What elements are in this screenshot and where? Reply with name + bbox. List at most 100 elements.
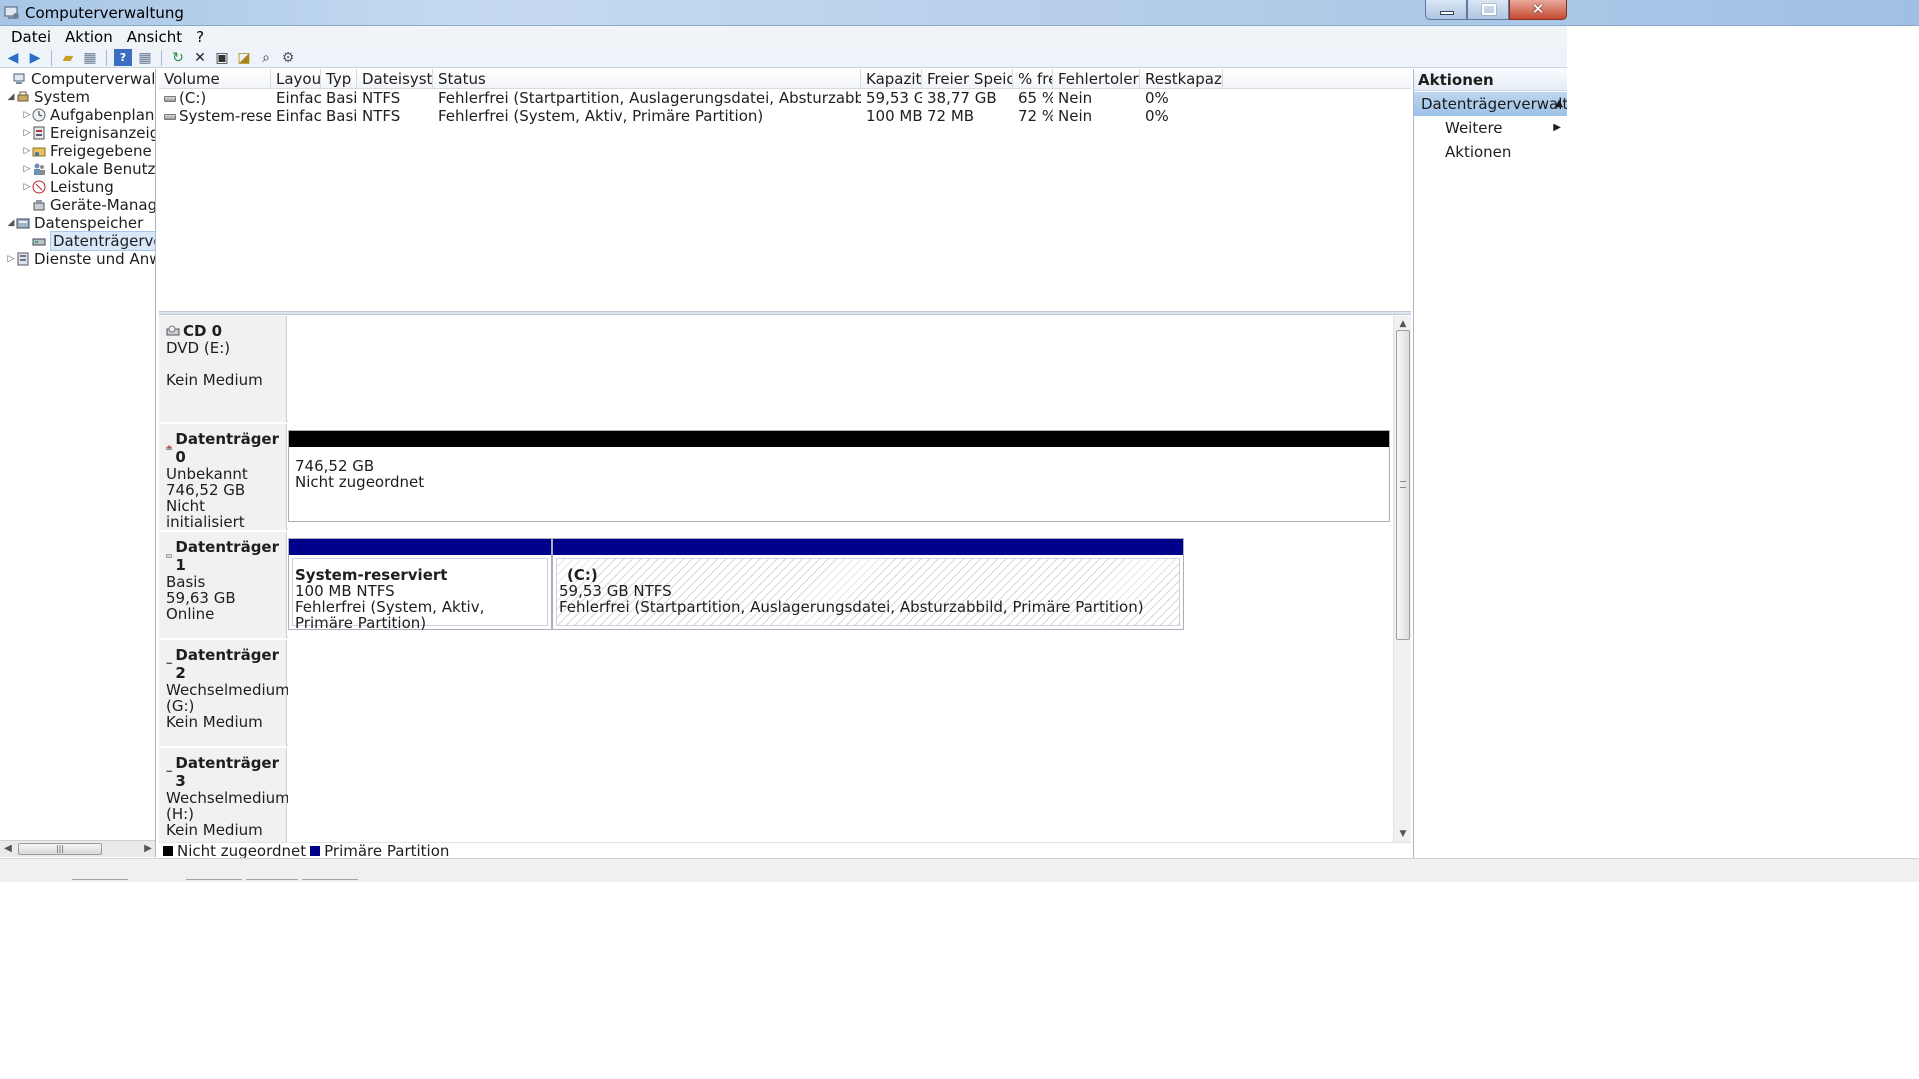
tree-item-freigegebene-ordner[interactable]: ▷ Freigegebene Ordr: [22, 142, 155, 160]
column-header-fehlertoleranz[interactable]: Fehlertoleranz: [1053, 69, 1140, 89]
column-header-prozent-frei[interactable]: % frei: [1013, 69, 1053, 89]
partition-status: Nicht zugeordnet: [295, 473, 425, 491]
close-button[interactable]: ✕: [1509, 0, 1567, 20]
menu-ansicht[interactable]: Ansicht: [120, 28, 189, 46]
tree-horizontal-scrollbar[interactable]: ◀ ||| ▶: [0, 840, 155, 857]
filesystem-cell: NTFS: [362, 89, 401, 107]
tree-item-datentraegerverwaltung[interactable]: Datenträgerverwal: [22, 231, 155, 251]
partition-system-reserviert[interactable]: System-reserviert 100 MB NTFS Fehlerfrei…: [288, 538, 552, 631]
partition-unallocated[interactable]: 746,52 GB Nicht zugeordnet: [288, 430, 1390, 522]
disk-label[interactable]: Datenträger 3 Wechselmedium (H:) Kein Me…: [159, 748, 290, 842]
actions-section-disk-management[interactable]: Datenträgerverwaltu... ▲: [1414, 92, 1567, 116]
removable-icon: [166, 770, 172, 772]
tree-item-datenspeicher[interactable]: ◢ Datenspeicher: [6, 214, 144, 232]
event-icon: [33, 126, 45, 140]
settings-icon[interactable]: ⚙: [279, 49, 297, 66]
maximize-button[interactable]: [1467, 0, 1509, 20]
free-space-cell: 38,77 GB: [927, 89, 997, 107]
expand-icon[interactable]: ▷: [22, 110, 32, 120]
expand-icon[interactable]: ▷: [22, 146, 32, 156]
back-icon[interactable]: ◀: [4, 49, 22, 66]
scroll-right-icon[interactable]: ▶: [140, 841, 155, 857]
legend-swatch: [310, 845, 321, 856]
expand-icon[interactable]: ▷: [22, 164, 32, 174]
table-row[interactable]: System-reserviert Einfach Basis NTFS Feh…: [159, 107, 1411, 125]
menu-datei[interactable]: Datei: [4, 28, 58, 46]
search-icon[interactable]: ⌕: [257, 49, 275, 66]
column-header-freier-speicher[interactable]: Freier Speicher: [922, 69, 1013, 89]
help-icon[interactable]: ?: [114, 49, 132, 66]
computer-icon: [13, 73, 25, 84]
scroll-down-icon[interactable]: ▼: [1394, 826, 1411, 842]
show-hide-tree-icon[interactable]: ▦: [81, 49, 99, 66]
scroll-left-icon[interactable]: ◀: [0, 841, 16, 857]
performance-icon: [32, 180, 46, 194]
collapse-up-icon[interactable]: ▲: [1555, 92, 1563, 116]
expand-icon[interactable]: ▷: [22, 182, 32, 192]
partition-body: (C:) 59,53 GB NTFS Fehlerfrei (Startpart…: [556, 558, 1180, 626]
disk-label[interactable]: Datenträger 2 Wechselmedium (G:) Kein Me…: [159, 640, 290, 746]
disk-view-vertical-scrollbar[interactable]: ▲ ▼: [1393, 316, 1411, 842]
scrollbar-thumb[interactable]: [1396, 330, 1410, 640]
disk-state: Nicht initialisiert: [166, 497, 245, 531]
column-header-restkapazitaet[interactable]: Restkapazität: [1140, 69, 1223, 89]
percent-free-cell: 72 %: [1018, 107, 1053, 125]
menu-help[interactable]: ?: [189, 28, 211, 46]
partition-body: 746,52 GB Nicht zugeordnet: [293, 450, 1386, 518]
tree-item-system[interactable]: ◢ System: [6, 88, 90, 106]
tree-item-ereignisanzeige[interactable]: ▷ Ereignisanzeige: [22, 124, 155, 142]
tree-item-geraete-manager[interactable]: Geräte-Manager: [22, 196, 156, 214]
refresh-icon[interactable]: ↻: [169, 49, 187, 66]
delete-icon[interactable]: ✕: [191, 49, 209, 66]
action-more-actions[interactable]: Weitere Aktionen ▶: [1414, 116, 1567, 161]
partition-c[interactable]: (C:) 59,53 GB NTFS Fehlerfrei (Startpart…: [552, 538, 1184, 630]
up-folder-icon[interactable]: ▰: [59, 49, 77, 66]
disk-label[interactable]: Datenträger 1 Basis 59,63 GB Online: [159, 532, 287, 638]
column-header-layout[interactable]: Layout: [271, 69, 321, 89]
column-header-dateisystem[interactable]: Dateisystem: [357, 69, 433, 89]
column-header-volume[interactable]: Volume: [159, 69, 271, 89]
pane-splitter[interactable]: [159, 311, 1411, 315]
legend-label: Primäre Partition: [324, 841, 450, 860]
expand-icon[interactable]: ▷: [6, 254, 16, 264]
tree-item-label: Leistung: [50, 178, 114, 196]
partition-body: System-reserviert 100 MB NTFS Fehlerfrei…: [292, 558, 548, 631]
scrollbar-thumb[interactable]: |||: [18, 843, 102, 855]
column-header-typ[interactable]: Typ: [321, 69, 357, 89]
tree-item-dienste[interactable]: ▷ Dienste und Anwendu: [6, 250, 155, 268]
menu-aktion[interactable]: Aktion: [58, 28, 120, 46]
restore-icon: [1482, 4, 1496, 15]
collapse-icon[interactable]: ◢: [6, 218, 16, 228]
tree-item-aufgabenplanung[interactable]: ▷ Aufgabenplanung: [22, 106, 155, 124]
column-header-status[interactable]: Status: [433, 69, 861, 89]
partition-size: 59,53 GB NTFS: [559, 582, 672, 600]
volume-name: System-reserviert: [179, 107, 271, 125]
fault-tolerance-cell: Nein: [1058, 89, 1093, 107]
tree-item-computerverwaltung[interactable]: Computerverwaltung (Lc: [3, 70, 155, 88]
tree-item-label: Geräte-Manager: [50, 196, 156, 214]
partition-title: System-reserviert: [295, 566, 448, 584]
disk-row-cd0: CD 0 DVD (E:) Kein Medium: [159, 316, 1392, 422]
tree-item-label: Datenträgerverwal: [50, 231, 155, 251]
tree-item-label: Dienste und Anwendu: [34, 250, 155, 268]
capacity-cell: 100 MB: [866, 107, 922, 125]
show-hide-action-icon[interactable]: ▦: [136, 49, 154, 66]
column-header-kapazitaet[interactable]: Kapazität: [861, 69, 922, 89]
table-row[interactable]: (C:) Einfach Basis NTFS Fehlerfrei (Star…: [159, 89, 1411, 107]
minimize-button[interactable]: [1425, 0, 1467, 20]
collapse-icon[interactable]: ◢: [6, 92, 16, 102]
tree-item-lokale-benutzer[interactable]: ▷ Lokale Benutzer un: [22, 160, 155, 178]
disk-name: Datenträger 2: [175, 646, 279, 682]
expand-icon[interactable]: ▷: [22, 128, 32, 138]
disk-label[interactable]: Datenträger 0 Unbekannt 746,52 GB Nicht …: [159, 424, 287, 530]
disk-name: Datenträger 1: [175, 538, 279, 574]
properties-icon[interactable]: ▣: [213, 49, 231, 66]
removable-icon: [166, 662, 172, 664]
navigation-tree: Computerverwaltung (Lc ◢ System ▷ Aufgab…: [0, 69, 156, 857]
open-icon[interactable]: ◪: [235, 49, 253, 66]
tree-item-leistung[interactable]: ▷ Leistung: [22, 178, 114, 196]
grip-icon: [1400, 481, 1406, 488]
disk-partition-area: [288, 748, 1392, 842]
disk-label[interactable]: CD 0 DVD (E:) Kein Medium: [159, 316, 287, 422]
forward-icon[interactable]: ▶: [26, 49, 44, 66]
